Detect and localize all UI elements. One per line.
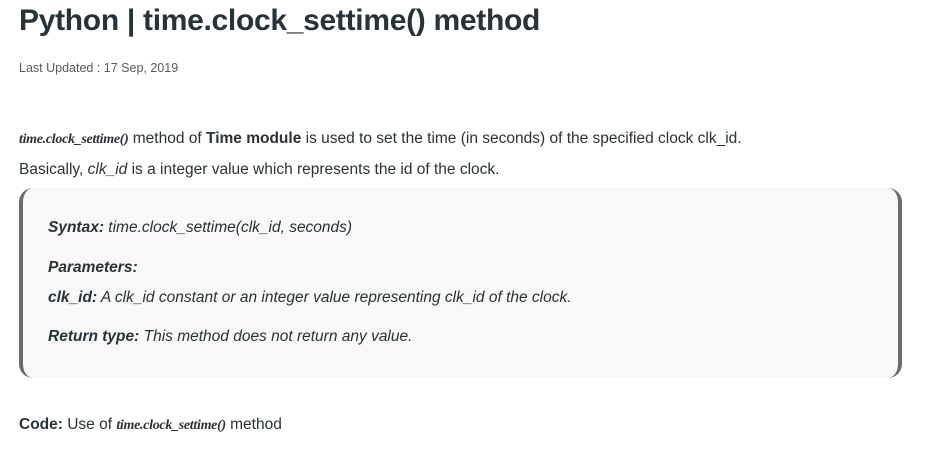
intro-paragraph: time.clock_settime() method of Time modu…: [19, 124, 742, 185]
intro-text: Basically,: [19, 161, 88, 178]
code-heading: Code: Use of time.clock_settime() method: [19, 416, 282, 434]
code-text: Use of: [62, 416, 117, 433]
intro-line-2: Basically, clk_id is a integer value whi…: [19, 155, 742, 185]
syntax-box: Syntax: time.clock_settime(clk_id, secon…: [19, 188, 902, 378]
syntax-value: time.clock_settime(clk_id, seconds): [104, 219, 353, 236]
page-title: Python | time.clock_settime() method: [19, 4, 541, 37]
clk-id-term: clk_id: [87, 161, 128, 178]
code-label: Code:: [19, 416, 63, 433]
syntax-line: Syntax: time.clock_settime(clk_id, secon…: [48, 219, 352, 237]
parameters-label: Parameters:: [48, 259, 138, 276]
code-text: method: [225, 416, 282, 433]
last-updated: Last Updated : 17 Sep, 2019: [19, 61, 179, 75]
parameters-heading: Parameters:: [48, 259, 138, 277]
intro-text: is used to set the time (in seconds) of …: [301, 130, 742, 147]
return-type-line: Return type: This method does not return…: [48, 328, 412, 346]
param-name: clk_id:: [48, 289, 98, 306]
function-name: time.clock_settime(): [116, 418, 226, 433]
module-name: Time module: [206, 130, 302, 147]
intro-text: is a integer value which represents the …: [127, 161, 500, 178]
return-desc: This method does not return any value.: [139, 328, 413, 345]
parameter-line: clk_id: A clk_id constant or an integer …: [48, 289, 572, 307]
return-label: Return type:: [48, 328, 140, 345]
syntax-label: Syntax:: [48, 219, 104, 236]
intro-text: method of: [128, 130, 207, 147]
intro-line-1: time.clock_settime() method of Time modu…: [19, 124, 742, 155]
function-name: time.clock_settime(): [19, 132, 129, 147]
param-desc: A clk_id constant or an integer value re…: [97, 289, 572, 306]
